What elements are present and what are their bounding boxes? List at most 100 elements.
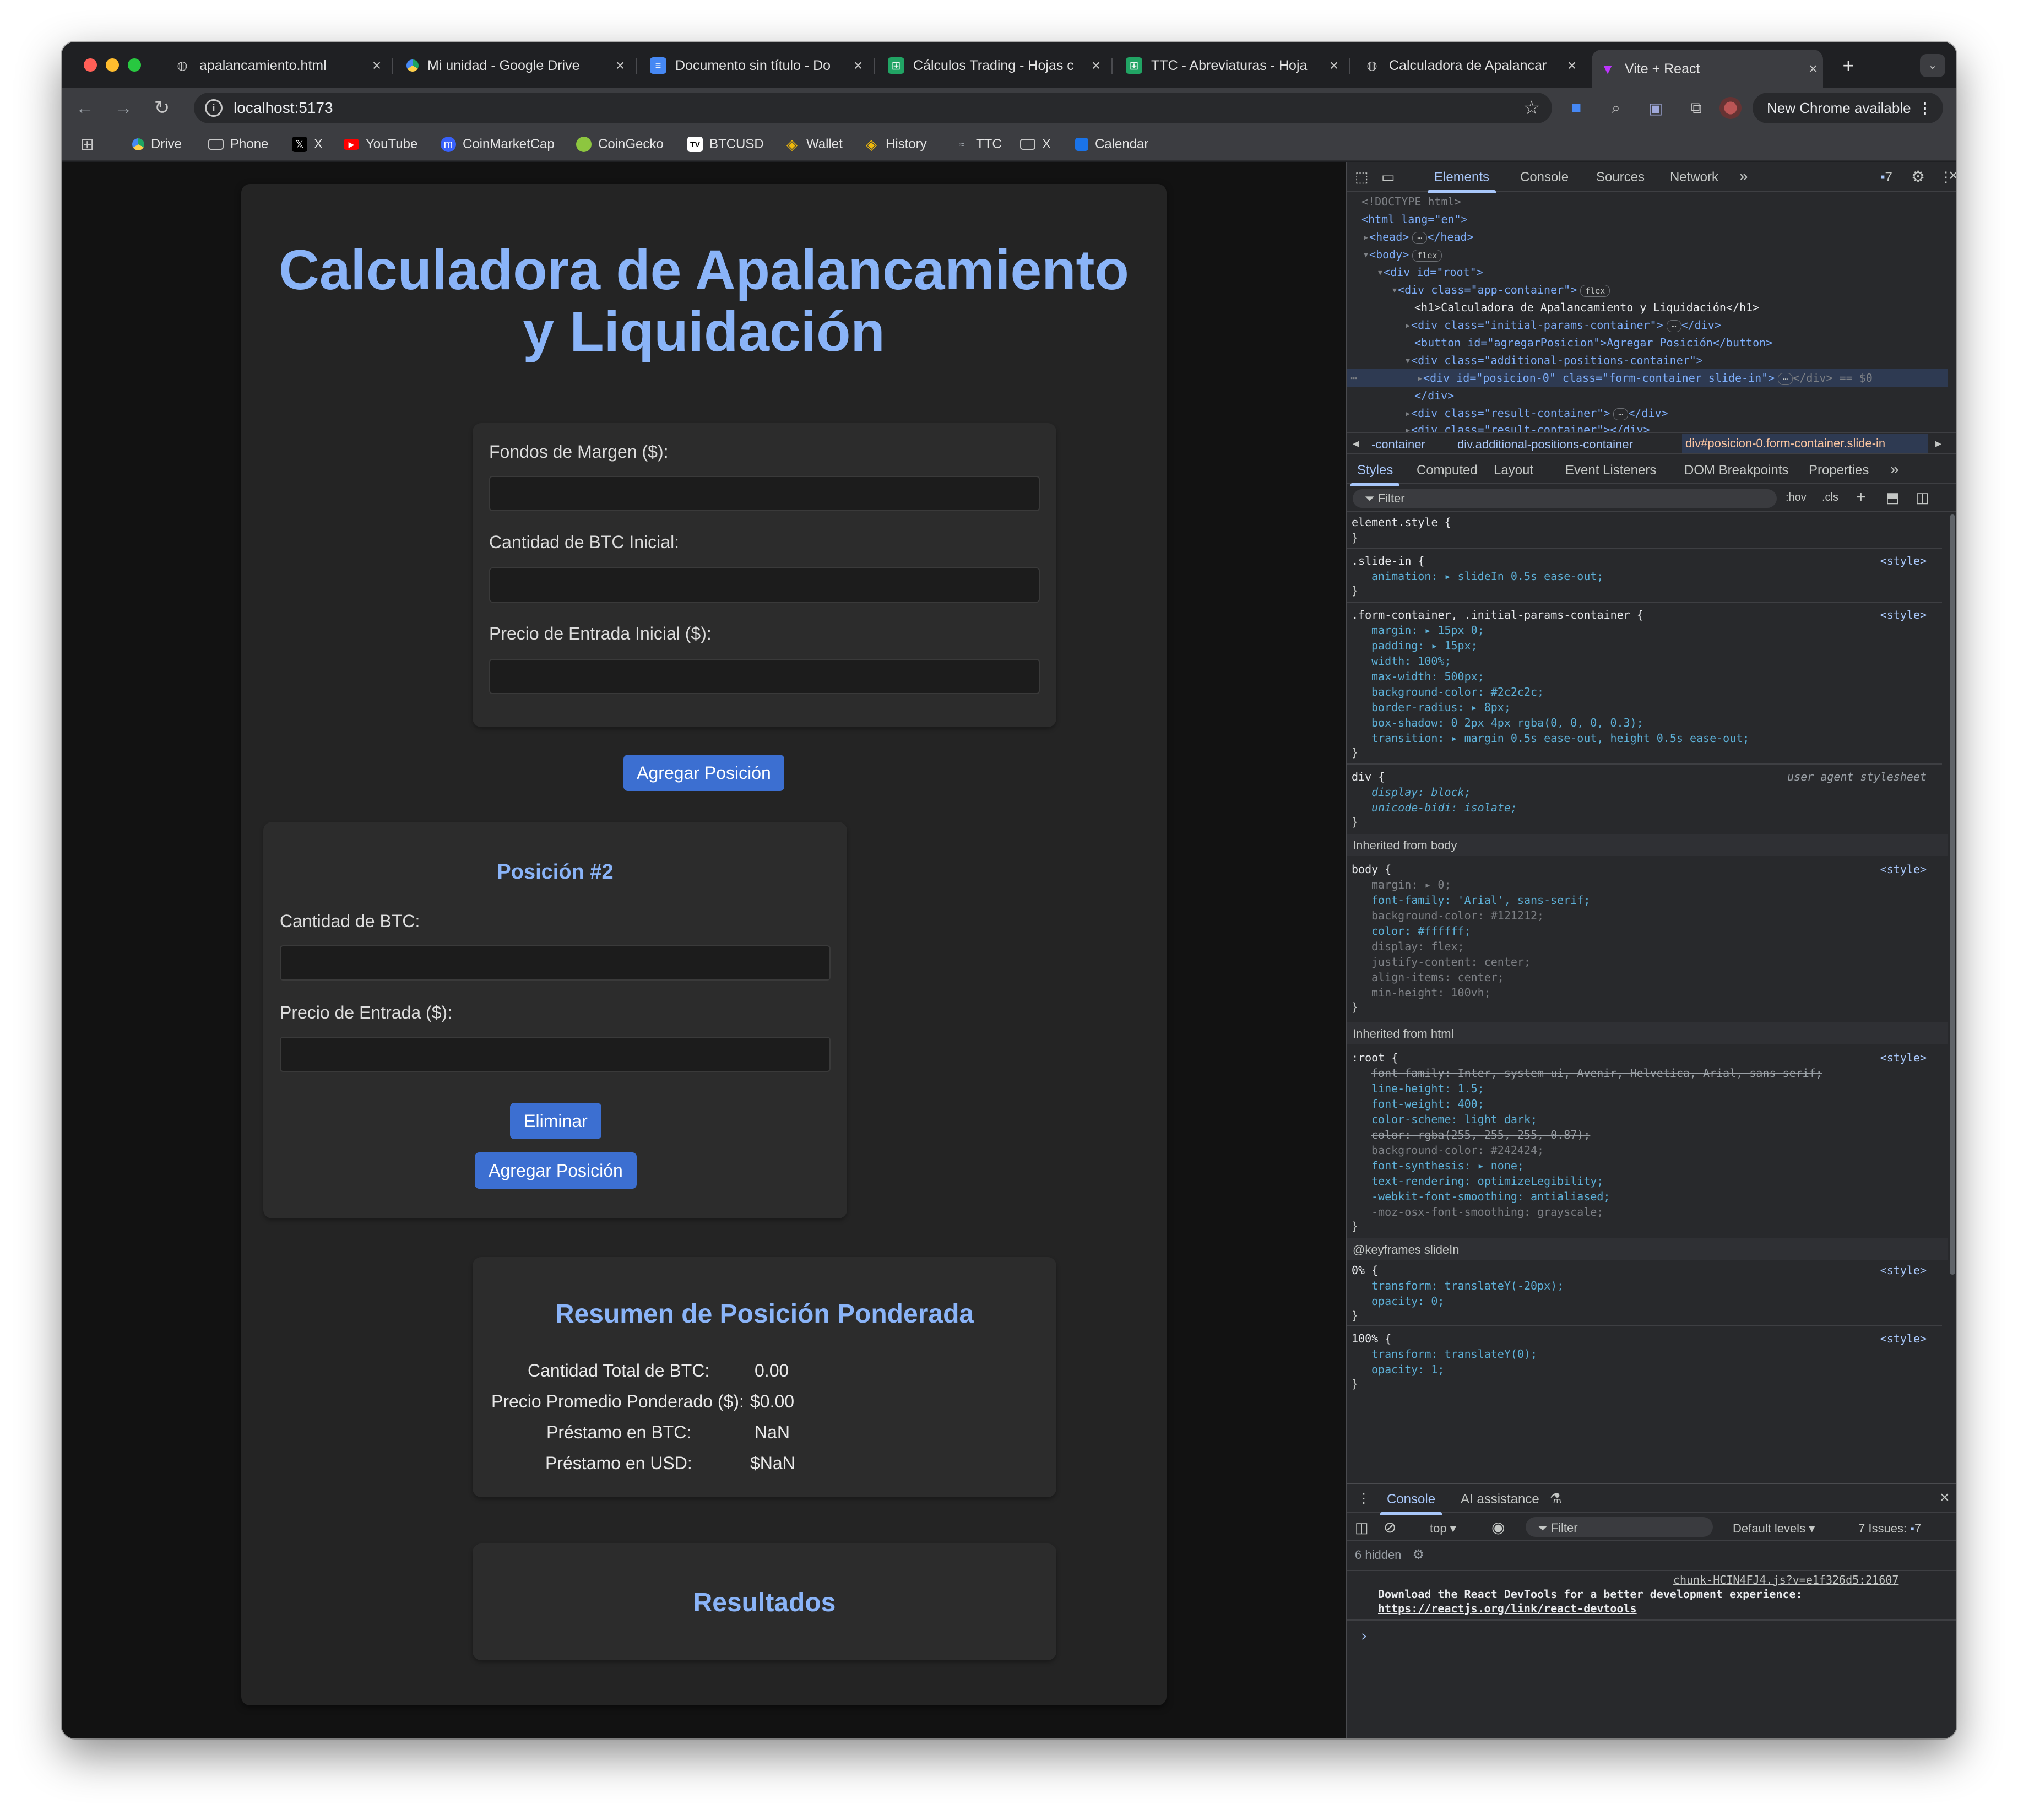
eye-icon[interactable]: ◉ <box>1491 1518 1505 1536</box>
new-chrome-available-button[interactable]: New Chrome available ⋮ <box>1753 93 1943 123</box>
tab-apalancamiento[interactable]: ◍ apalancamiento.html × <box>166 50 387 82</box>
tab-network[interactable]: Network <box>1670 170 1718 185</box>
more-tabs-icon[interactable]: » <box>1739 167 1748 185</box>
more-panels-icon[interactable]: » <box>1890 461 1899 478</box>
bookmark-ttc[interactable]: ≈ TTC <box>954 128 1002 161</box>
breadcrumb-item[interactable]: -container <box>1371 437 1425 452</box>
tab-styles[interactable]: Styles <box>1350 463 1400 486</box>
console-settings-gear-icon[interactable]: ⚙ <box>1413 1547 1425 1562</box>
close-icon[interactable]: × <box>1324 57 1344 74</box>
style-source-link[interactable]: <style> <box>1880 608 1927 621</box>
tab-console[interactable]: Console <box>1520 170 1569 185</box>
zoom-window-button[interactable] <box>128 58 141 72</box>
bookmark-star-icon[interactable]: ☆ <box>1523 97 1540 119</box>
console-filter-input[interactable]: ⏷ Filter <box>1526 1517 1713 1537</box>
breadcrumb-item-selected[interactable]: div#posicion-0.form-container.slide-in <box>1682 434 1928 453</box>
breadcrumb-left-icon[interactable]: ◂ <box>1353 436 1359 451</box>
bookmark-history[interactable]: ◈ History <box>864 128 927 161</box>
tab-layout[interactable]: Layout <box>1494 463 1533 478</box>
dom-result-2[interactable]: ▸<div class="result-container"></div> <box>1404 421 1650 432</box>
styles-scrollbar[interactable] <box>1950 514 1955 1275</box>
delete-position-button[interactable]: Eliminar <box>510 1103 601 1139</box>
back-button[interactable]: ← <box>73 96 97 120</box>
close-icon[interactable]: × <box>610 57 630 74</box>
tab-calculos-trading[interactable]: ⊞ Cálculos Trading - Hojas c × <box>880 50 1106 82</box>
add-position-button[interactable]: Agregar Posición <box>623 755 784 791</box>
bookmark-coinmarketcap[interactable]: m CoinMarketCap <box>441 128 555 161</box>
bookmark-coingecko[interactable]: CoinGecko <box>576 128 664 161</box>
margin-input[interactable] <box>489 476 1040 511</box>
puzzle-icon[interactable]: ⧉ <box>1684 96 1708 120</box>
avatar[interactable] <box>1719 97 1742 119</box>
tab-computed[interactable]: Computed <box>1417 463 1478 478</box>
bookmark-btcusd[interactable]: TV BTCUSD <box>687 128 764 161</box>
inspect-icon[interactable]: ⬚ <box>1355 169 1369 186</box>
issues-counter[interactable]: 7 Issues: ▪7 <box>1858 1521 1921 1536</box>
reload-button[interactable]: ↻ <box>150 96 174 120</box>
close-icon[interactable]: × <box>848 57 868 74</box>
bookmark-drive[interactable]: Drive <box>132 128 182 161</box>
bookmark-extension-icon[interactable]: ■ <box>1564 96 1588 120</box>
paint-icon[interactable]: ⬒ <box>1886 489 1900 506</box>
hov-toggle[interactable]: :hov <box>1786 491 1807 504</box>
tab-dom-breakpoints[interactable]: DOM Breakpoints <box>1684 463 1788 478</box>
console-source-link[interactable]: chunk-HCIN4FJ4.js?v=e1f326d5:21607 <box>1673 1572 1898 1588</box>
console-prompt[interactable]: › <box>1359 1627 1369 1645</box>
style-source-link[interactable]: <style> <box>1880 1264 1927 1277</box>
react-devtools-link[interactable]: https://reactjs.org/link/react-devtools <box>1378 1601 1637 1616</box>
tab-ttc-abreviaturas[interactable]: ⊞ TTC - Abreviaturas - Hoja × <box>1118 50 1344 82</box>
close-icon[interactable]: × <box>1562 57 1582 74</box>
close-icon[interactable]: × <box>1803 60 1823 78</box>
tab-sources[interactable]: Sources <box>1596 170 1645 185</box>
minimize-window-button[interactable] <box>106 58 119 72</box>
close-icon[interactable]: × <box>367 57 387 74</box>
dom-result[interactable]: ▸<div class="result-container"> ⋯ </div> <box>1404 404 1668 422</box>
cls-toggle[interactable]: .cls <box>1822 491 1838 504</box>
bookmark-wallet[interactable]: ◈ Wallet <box>784 128 843 161</box>
initial-price-input[interactable] <box>489 659 1040 694</box>
initial-btc-input[interactable] <box>489 567 1040 603</box>
dom-posicion-selected[interactable]: ⋯ ▸<div id="posicion-0" class="form-conta… <box>1347 369 1948 387</box>
close-devtools-icon[interactable]: × <box>1949 166 1956 185</box>
breadcrumb-right-icon[interactable]: ▸ <box>1935 436 1941 451</box>
dom-h1[interactable]: <h1>Calculadora de Apalancamiento y Liqu… <box>1414 299 1759 316</box>
dom-app-container[interactable]: ▾<div class="app-container"> flex <box>1391 281 1610 299</box>
dom-root[interactable]: ▾<div id="root"> <box>1377 263 1483 281</box>
entry-price-input[interactable] <box>280 1037 831 1072</box>
bookmark-calendar[interactable]: Calendar <box>1075 128 1148 161</box>
add-rule-icon[interactable]: + <box>1856 488 1866 507</box>
close-window-button[interactable] <box>84 58 97 72</box>
add-position-button-2[interactable]: Agregar Posición <box>475 1152 637 1189</box>
extension-icon[interactable]: ▣ <box>1643 96 1668 120</box>
bookmark-phone[interactable]: Phone <box>208 128 268 161</box>
device-toolbar-icon[interactable]: ▭ <box>1381 169 1395 186</box>
address-bar[interactable]: i localhost:5173 ☆ <box>194 93 1552 123</box>
bookmark-x-folder[interactable]: X <box>1020 128 1051 161</box>
settings-gear-icon[interactable]: ⚙ <box>1911 167 1925 186</box>
context-select[interactable]: top ▾ <box>1430 1521 1456 1536</box>
sidebar-toggle-icon[interactable]: ◫ <box>1916 489 1929 506</box>
site-info-icon[interactable]: i <box>205 99 223 117</box>
tab-vite-react[interactable]: ▼ Vite + React × <box>1592 50 1823 88</box>
drawer-menu-icon[interactable]: ⋮ <box>1357 1491 1370 1507</box>
tab-calculadora[interactable]: ◍ Calculadora de Apalancar × <box>1356 50 1582 82</box>
breadcrumb-item[interactable]: div.additional-positions-container <box>1457 437 1633 452</box>
tab-event-listeners[interactable]: Event Listeners <box>1565 463 1656 478</box>
bookmark-x[interactable]: 𝕏X <box>292 128 323 161</box>
close-drawer-icon[interactable]: × <box>1940 1488 1950 1507</box>
forward-button[interactable]: → <box>111 96 135 120</box>
apps-grid-icon[interactable]: ⊞ <box>80 128 94 161</box>
dom-additional[interactable]: ▾<div class="additional-positions-contai… <box>1404 351 1703 369</box>
tab-elements[interactable]: Elements <box>1427 170 1496 193</box>
dom-html[interactable]: <html lang="en"> <box>1361 210 1468 228</box>
btc-input[interactable] <box>280 945 831 981</box>
style-source-link[interactable]: <style> <box>1880 554 1927 567</box>
dom-initial-params[interactable]: ▸<div class="initial-params-container"> ⋯… <box>1404 316 1721 334</box>
levels-select[interactable]: Default levels ▾ <box>1733 1521 1815 1536</box>
drawer-tab-ai-assistance[interactable]: AI assistance <box>1461 1492 1539 1507</box>
clear-console-icon[interactable]: ⊘ <box>1384 1518 1396 1536</box>
dom-body[interactable]: ▾<body> flex <box>1363 246 1442 263</box>
bookmark-youtube[interactable]: ▶ YouTube <box>344 128 417 161</box>
issues-badge[interactable]: ▪7 <box>1880 170 1892 185</box>
dom-button[interactable]: <button id="agregarPosicion">Agregar Pos… <box>1414 334 1772 351</box>
